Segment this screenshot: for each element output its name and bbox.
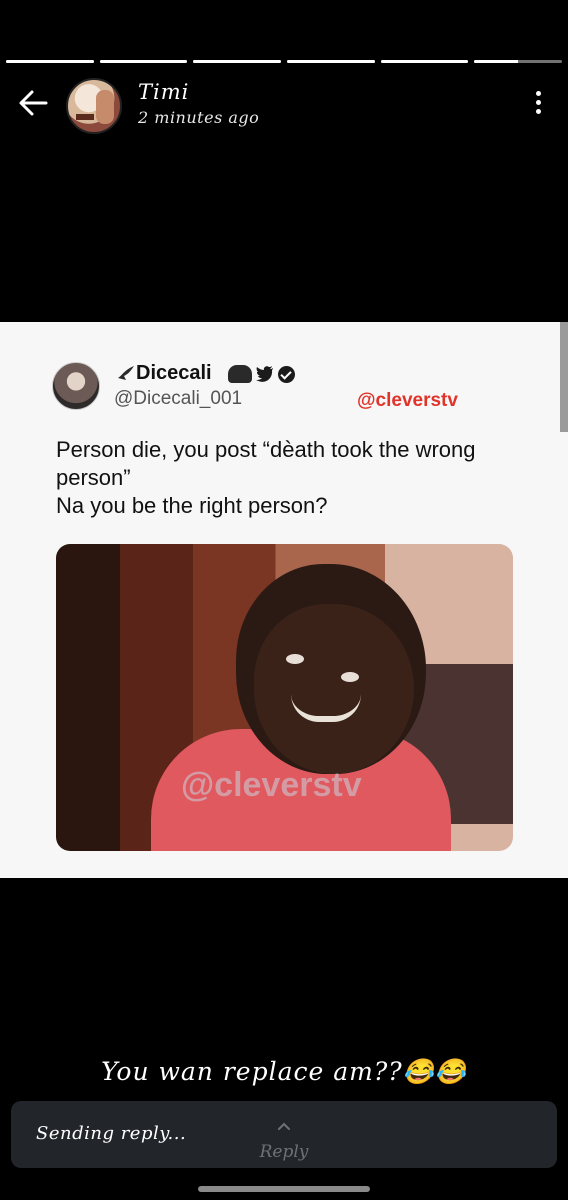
reply-label[interactable]: Reply xyxy=(0,1142,568,1162)
progress-segment xyxy=(6,60,94,63)
chevron-up-icon[interactable] xyxy=(276,1118,292,1134)
sending-status: Sending reply... xyxy=(36,1123,187,1144)
progress-segment xyxy=(287,60,375,63)
twitter-bird-icon xyxy=(256,366,273,382)
home-indicator[interactable] xyxy=(198,1186,370,1192)
tweet-line: Person die, you post “dèath took the wro… xyxy=(56,437,476,490)
tweet-display-name: Dicecali xyxy=(136,362,212,384)
wing-icon xyxy=(118,366,134,380)
progress-segment xyxy=(380,60,469,63)
gorilla-icon xyxy=(228,365,252,383)
scroll-indicator xyxy=(560,322,568,432)
badge-group xyxy=(228,365,295,383)
back-arrow-icon[interactable] xyxy=(16,86,50,120)
tweet-handle: @Dicecali_001 xyxy=(114,388,243,409)
contact-name: Timi xyxy=(138,80,190,104)
watermark-tag: @cleverstv xyxy=(357,390,458,411)
tweet-avatar xyxy=(52,362,100,410)
story-progress xyxy=(6,60,563,64)
image-watermark: @cleverstv xyxy=(181,766,362,804)
avatar[interactable] xyxy=(66,78,122,134)
progress-segment xyxy=(99,60,188,63)
story-caption: You wan replace am??😂😂 xyxy=(101,1057,467,1086)
tweet-line: Na you be the right person? xyxy=(56,493,328,518)
tweet-body: Person die, you post “dèath took the wro… xyxy=(56,436,526,520)
progress-segment xyxy=(193,60,282,63)
more-vertical-icon[interactable] xyxy=(528,88,548,116)
timestamp: 2 minutes ago xyxy=(138,108,260,127)
verified-check-icon xyxy=(278,365,295,383)
progress-segment xyxy=(474,60,563,63)
meme-photo: @cleverstv xyxy=(56,544,513,851)
